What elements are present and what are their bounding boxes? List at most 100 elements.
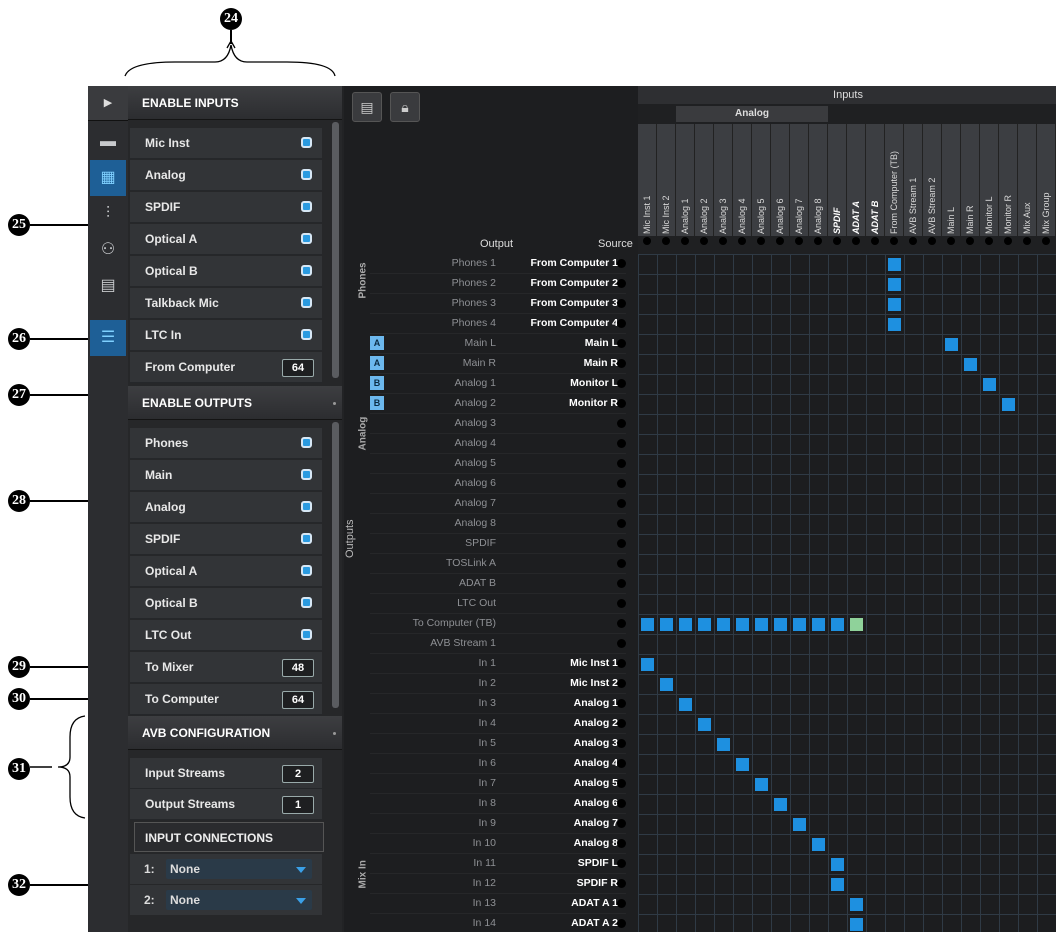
checkbox[interactable]	[301, 265, 312, 276]
input-column[interactable]: SPDIF	[828, 124, 847, 236]
routing-row[interactable]: LTC Out	[370, 594, 626, 614]
route-cell-active[interactable]	[641, 658, 654, 671]
input-toggle-optical-a[interactable]: Optical A	[130, 224, 322, 255]
routing-row[interactable]: TOSLink A	[370, 554, 626, 574]
route-cell-active[interactable]	[641, 618, 654, 631]
route-cell-active[interactable]	[888, 278, 901, 291]
route-cell-active[interactable]	[850, 618, 863, 631]
routing-row[interactable]: In 12 SPDIF R	[370, 874, 626, 894]
input-column[interactable]: AVB Stream 2	[923, 124, 942, 236]
route-cell-active[interactable]	[774, 618, 787, 631]
to-computer-count[interactable]: 64	[282, 691, 314, 709]
inputs-scrollbar[interactable]	[332, 122, 339, 378]
input-column[interactable]: ADAT B	[866, 124, 885, 236]
route-cell-active[interactable]	[660, 678, 673, 691]
input-column[interactable]: Analog 8	[809, 124, 828, 236]
checkbox[interactable]	[301, 501, 312, 512]
output-toggle-main[interactable]: Main	[130, 460, 322, 491]
input-column[interactable]: Mic Inst 2	[657, 124, 676, 236]
routing-row[interactable]: In 5 Analog 3	[370, 734, 626, 754]
route-cell-active[interactable]	[698, 618, 711, 631]
checkbox[interactable]	[301, 329, 312, 340]
checkbox[interactable]	[301, 201, 312, 212]
route-cell-active[interactable]	[850, 918, 863, 931]
checkbox[interactable]	[301, 137, 312, 148]
routing-row[interactable]: Phones 1 From Computer 1	[370, 254, 626, 274]
device-icon[interactable]: ▬	[90, 124, 126, 160]
routing-row[interactable]: Phones 4 From Computer 4	[370, 314, 626, 334]
input-column[interactable]: Main L	[942, 124, 961, 236]
output-toggle-ltc-out[interactable]: LTC Out	[130, 620, 322, 651]
route-cell-active[interactable]	[736, 758, 749, 771]
route-cell-active[interactable]	[964, 358, 977, 371]
route-cell-active[interactable]	[831, 878, 844, 891]
checkbox[interactable]	[301, 169, 312, 180]
input-column[interactable]: Analog 3	[714, 124, 733, 236]
enable-outputs-header[interactable]: ENABLE OUTPUTS	[128, 386, 342, 420]
checkbox[interactable]	[301, 565, 312, 576]
input-toggle-spdif[interactable]: SPDIF	[130, 192, 322, 223]
routing-row[interactable]: Phones 2 From Computer 2	[370, 274, 626, 294]
routing-row[interactable]: In 3 Analog 1	[370, 694, 626, 714]
routing-row[interactable]: Analog 3	[370, 414, 626, 434]
route-cell-active[interactable]	[812, 618, 825, 631]
outputs-scrollbar[interactable]	[332, 422, 339, 708]
routing-row[interactable]: AVB Stream 1	[370, 634, 626, 654]
routing-row[interactable]: ADAT B	[370, 574, 626, 594]
route-cell-active[interactable]	[736, 618, 749, 631]
expand-arrow-icon[interactable]: ▶	[88, 86, 128, 121]
routing-row[interactable]: In 11 SPDIF L	[370, 854, 626, 874]
input-toggle-optical-b[interactable]: Optical B	[130, 256, 322, 287]
routing-row[interactable]: Analog 8	[370, 514, 626, 534]
input-column[interactable]: Monitor R	[999, 124, 1018, 236]
input-toggle-analog[interactable]: Analog	[130, 160, 322, 191]
routing-row[interactable]: In 14 ADAT A 2	[370, 914, 626, 932]
route-cell-active[interactable]	[888, 258, 901, 271]
mixer-icon[interactable]: ⫶	[90, 196, 126, 232]
input-column[interactable]: Analog 6	[771, 124, 790, 236]
routing-row[interactable]: Main R Main R A	[370, 354, 626, 374]
output-toggle-optical-b[interactable]: Optical B	[130, 588, 322, 619]
input-toggle-ltc-in[interactable]: LTC In	[130, 320, 322, 351]
avb-configuration-header[interactable]: AVB CONFIGURATION	[128, 716, 342, 750]
route-cell-active[interactable]	[793, 618, 806, 631]
route-cell-active[interactable]	[774, 798, 787, 811]
routing-row[interactable]: Analog 6	[370, 474, 626, 494]
routing-row[interactable]: In 1 Mic Inst 1	[370, 654, 626, 674]
checkbox[interactable]	[301, 469, 312, 480]
user-mixer-icon[interactable]: ⚇	[90, 232, 126, 268]
route-cell-active[interactable]	[831, 858, 844, 871]
input-column[interactable]: Main R	[961, 124, 980, 236]
input-column[interactable]: Analog 5	[752, 124, 771, 236]
routing-row[interactable]: Analog 7	[370, 494, 626, 514]
route-cell-active[interactable]	[679, 618, 692, 631]
remote-icon[interactable]: ▤	[90, 268, 126, 304]
checkbox[interactable]	[301, 297, 312, 308]
routing-row[interactable]: Analog 5	[370, 454, 626, 474]
checkbox[interactable]	[301, 233, 312, 244]
routing-row[interactable]: Analog 1 Monitor L B	[370, 374, 626, 394]
routing-row[interactable]: In 9 Analog 7	[370, 814, 626, 834]
output-streams-value[interactable]: 1	[282, 796, 314, 814]
input-connection-1[interactable]: 1: None	[130, 854, 322, 884]
list-icon[interactable]: ☰	[90, 320, 126, 356]
mix-badge[interactable]: A	[370, 356, 384, 370]
route-cell-active[interactable]	[831, 618, 844, 631]
route-cell-active[interactable]	[660, 618, 673, 631]
mix-badge[interactable]: B	[370, 376, 384, 390]
layout-icon[interactable]: ▤	[352, 92, 382, 122]
routing-row[interactable]: Main L Main L A	[370, 334, 626, 354]
route-cell-active[interactable]	[888, 298, 901, 311]
route-cell-active[interactable]	[698, 718, 711, 731]
connection-select[interactable]: None	[166, 890, 312, 910]
input-column[interactable]: Mix Aux	[1018, 124, 1037, 236]
output-toggle-optical-a[interactable]: Optical A	[130, 556, 322, 587]
input-column[interactable]: Analog 7	[790, 124, 809, 236]
input-column[interactable]: AVB Stream 1	[904, 124, 923, 236]
connection-select[interactable]: None	[166, 859, 312, 879]
mix-badge[interactable]: B	[370, 396, 384, 410]
route-cell-active[interactable]	[945, 338, 958, 351]
routing-row[interactable]: In 7 Analog 5	[370, 774, 626, 794]
routing-row[interactable]: In 2 Mic Inst 2	[370, 674, 626, 694]
input-column[interactable]: From Computer (TB)	[885, 124, 904, 236]
